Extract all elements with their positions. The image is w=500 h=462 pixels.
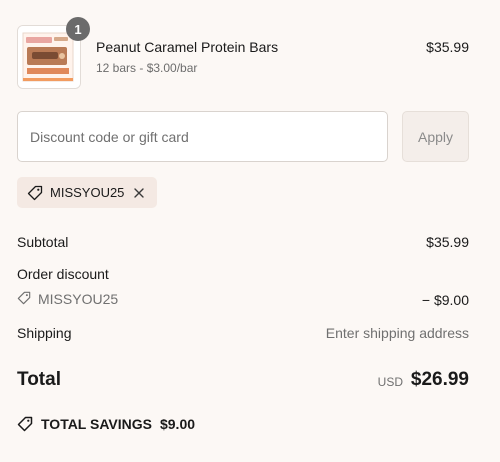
shipping-value: Enter shipping address — [325, 325, 469, 341]
applied-discount-code: MISSYOU25 — [50, 185, 125, 200]
total-savings-value: $9.00 — [159, 416, 196, 432]
shipping-label: Shipping — [17, 325, 72, 341]
order-discount-code: MISSYOU25 — [38, 291, 119, 307]
total-savings-label: TOTAL SAVINGS — [41, 416, 152, 432]
product-variant: 12 bars - $3.00/bar — [96, 61, 198, 75]
total-savings: TOTAL SAVINGS $9.00 — [17, 416, 195, 432]
tag-icon — [17, 291, 33, 307]
order-discount-label: Order discount — [17, 266, 109, 282]
product-price: $35.99 — [426, 39, 469, 55]
subtotal-value: $35.99 — [426, 234, 469, 250]
close-icon[interactable] — [131, 185, 147, 201]
apply-discount-button[interactable]: Apply — [402, 111, 469, 162]
quantity-badge: 1 — [66, 17, 90, 41]
total-currency: USD — [377, 375, 403, 389]
total-value: $26.99 — [410, 369, 469, 390]
tag-icon — [27, 185, 43, 201]
order-discount-value: − $9.00 — [421, 292, 469, 308]
total-label: Total — [17, 369, 61, 390]
applied-discount-chip: MISSYOU25 — [17, 177, 157, 208]
product-name: Peanut Caramel Protein Bars — [96, 39, 279, 55]
subtotal-label: Subtotal — [17, 234, 69, 250]
order-discount-code-line: MISSYOU25 — [17, 291, 118, 307]
tag-icon — [17, 416, 33, 432]
discount-code-input[interactable] — [17, 111, 388, 162]
